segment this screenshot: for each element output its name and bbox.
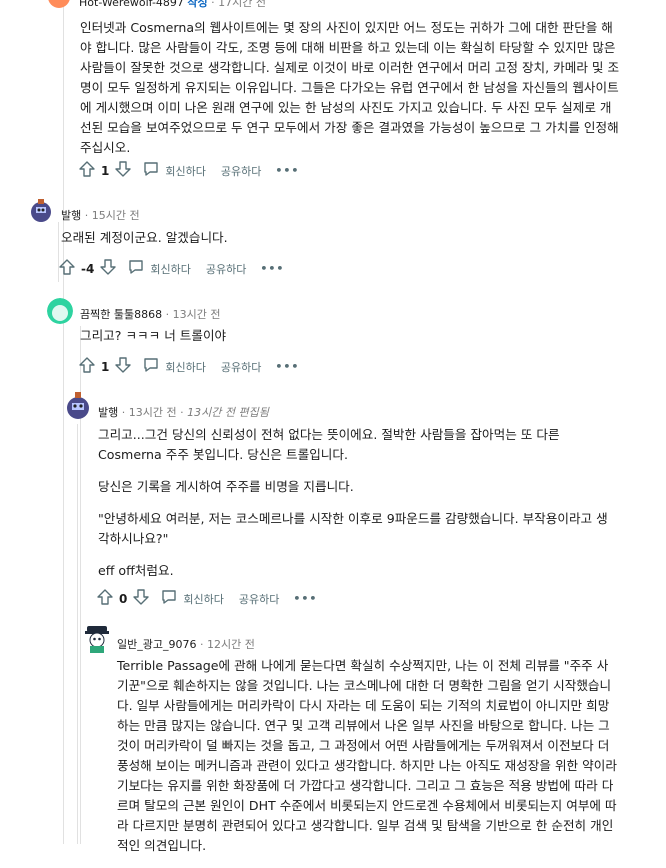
vote-count: -4 xyxy=(81,261,95,276)
downvote-icon[interactable] xyxy=(114,160,132,181)
thread-line[interactable] xyxy=(63,0,64,844)
share-button[interactable]: 공유하다 xyxy=(216,359,261,375)
op-badge: 작성 xyxy=(187,0,208,9)
author-name[interactable]: 끔찍한 툴툴8868 xyxy=(80,308,162,321)
comment-paragraph: 그리고? ㅋㅋㅋ 너 트롤이야 xyxy=(80,328,227,343)
comment-paragraph: 오래된 계정이군요. 알겠습니다. xyxy=(61,230,228,245)
comment-meta: 발행 · 15시간 전 xyxy=(61,209,140,222)
reply-button[interactable]: 회신하다 xyxy=(142,356,206,377)
comment-paragraph: "안녕하세요 여러분, 저는 코스메르나를 시작한 이후로 9파운드를 감량했습… xyxy=(98,511,608,546)
timestamp[interactable]: 13시간 전 xyxy=(173,308,221,321)
comment-paragraph: 당신은 기록을 게시하여 주주를 비명을 지릅니다. xyxy=(98,479,354,494)
more-options-button[interactable]: ••• xyxy=(275,360,299,373)
comment-icon xyxy=(127,258,145,279)
comment-meta: 일반_광고_9076 · 12시간 전 xyxy=(117,638,255,651)
comment-body: Terrible Passage에 관해 나에게 묻는다면 확실히 수상쩍지만,… xyxy=(117,656,619,868)
comment-body: 그리고? ㅋㅋㅋ 너 트롤이야 xyxy=(80,326,620,358)
downvote-icon[interactable] xyxy=(99,258,117,279)
thread-line[interactable] xyxy=(77,424,78,844)
downvote-icon[interactable] xyxy=(114,356,132,377)
vote-count: 0 xyxy=(119,591,128,606)
share-button[interactable]: 공유하다 xyxy=(234,591,279,607)
comment-icon xyxy=(142,356,160,377)
more-options-button[interactable]: ••• xyxy=(293,592,317,605)
avatar[interactable] xyxy=(29,197,53,223)
author-name[interactable]: 발행 xyxy=(98,406,118,419)
avatar[interactable] xyxy=(47,298,73,324)
timestamp[interactable]: 12시간 전 xyxy=(207,638,255,651)
reply-button[interactable]: 회신하다 xyxy=(160,588,224,609)
comment-icon xyxy=(142,160,160,181)
comment-meta: 끔찍한 툴툴8868 · 13시간 전 xyxy=(80,308,221,321)
comment-paragraph: 인터넷과 Cosmerna의 웹사이트에는 몇 장의 사진이 있지만 어느 정도… xyxy=(80,20,620,155)
reply-button[interactable]: 회신하다 xyxy=(127,258,191,279)
comment-icon xyxy=(160,588,178,609)
upvote-icon[interactable] xyxy=(96,588,114,609)
comment-meta: Hot-Werewolf-4897 작성 · 17시간 전 xyxy=(79,0,266,10)
comment-paragraph: 그리고...그건 당신의 신뢰성이 전혀 없다는 뜻이에요. 절박한 사람들을 … xyxy=(98,427,560,462)
author-name[interactable]: 일반_광고_9076 xyxy=(117,638,196,651)
avatar[interactable] xyxy=(83,622,111,654)
action-bar: 1 회신하다 공유하다 ••• xyxy=(78,160,299,181)
upvote-icon[interactable] xyxy=(78,356,96,377)
vote-count: 1 xyxy=(101,163,110,178)
upvote-icon[interactable] xyxy=(58,258,76,279)
comment-paragraph: eff off처럼요. xyxy=(98,563,174,578)
vote-count: 1 xyxy=(101,359,110,374)
comment-body: 인터넷과 Cosmerna의 웹사이트에는 몇 장의 사진이 있지만 어느 정도… xyxy=(80,18,620,170)
downvote-icon[interactable] xyxy=(132,588,150,609)
timestamp[interactable]: 17시간 전 xyxy=(218,0,266,9)
action-bar: 1 회신하다 공유하다 ••• xyxy=(78,356,299,377)
action-bar: -4 회신하다 공유하다 ••• xyxy=(58,258,284,279)
comment-meta: 발행 · 13시간 전 · 13시간 전 편집됨 xyxy=(98,406,269,419)
author-name[interactable]: Hot-Werewolf-4897 xyxy=(79,0,184,9)
reply-button[interactable]: 회신하다 xyxy=(142,160,206,181)
avatar[interactable] xyxy=(48,0,70,8)
share-button[interactable]: 공유하다 xyxy=(216,163,261,179)
action-bar: 0 회신하다 공유하다 ••• xyxy=(96,588,317,609)
more-options-button[interactable]: ••• xyxy=(260,262,284,275)
share-button[interactable]: 공유하다 xyxy=(201,261,246,277)
avatar[interactable] xyxy=(65,390,91,420)
comment-body: 그리고...그건 당신의 신뢰성이 전혀 없다는 뜻이에요. 절박한 사람들을 … xyxy=(98,425,618,593)
timestamp[interactable]: 13시간 전 xyxy=(129,406,177,419)
author-name[interactable]: 발행 xyxy=(61,209,81,222)
more-options-button[interactable]: ••• xyxy=(275,164,299,177)
edited-label: 13시간 전 편집됨 xyxy=(187,406,269,419)
comment-body: 오래된 계정이군요. 알겠습니다. xyxy=(61,228,621,260)
upvote-icon[interactable] xyxy=(78,160,96,181)
timestamp[interactable]: 15시간 전 xyxy=(92,209,140,222)
comment-paragraph: Terrible Passage에 관해 나에게 묻는다면 확실히 수상쩍지만,… xyxy=(117,658,617,853)
